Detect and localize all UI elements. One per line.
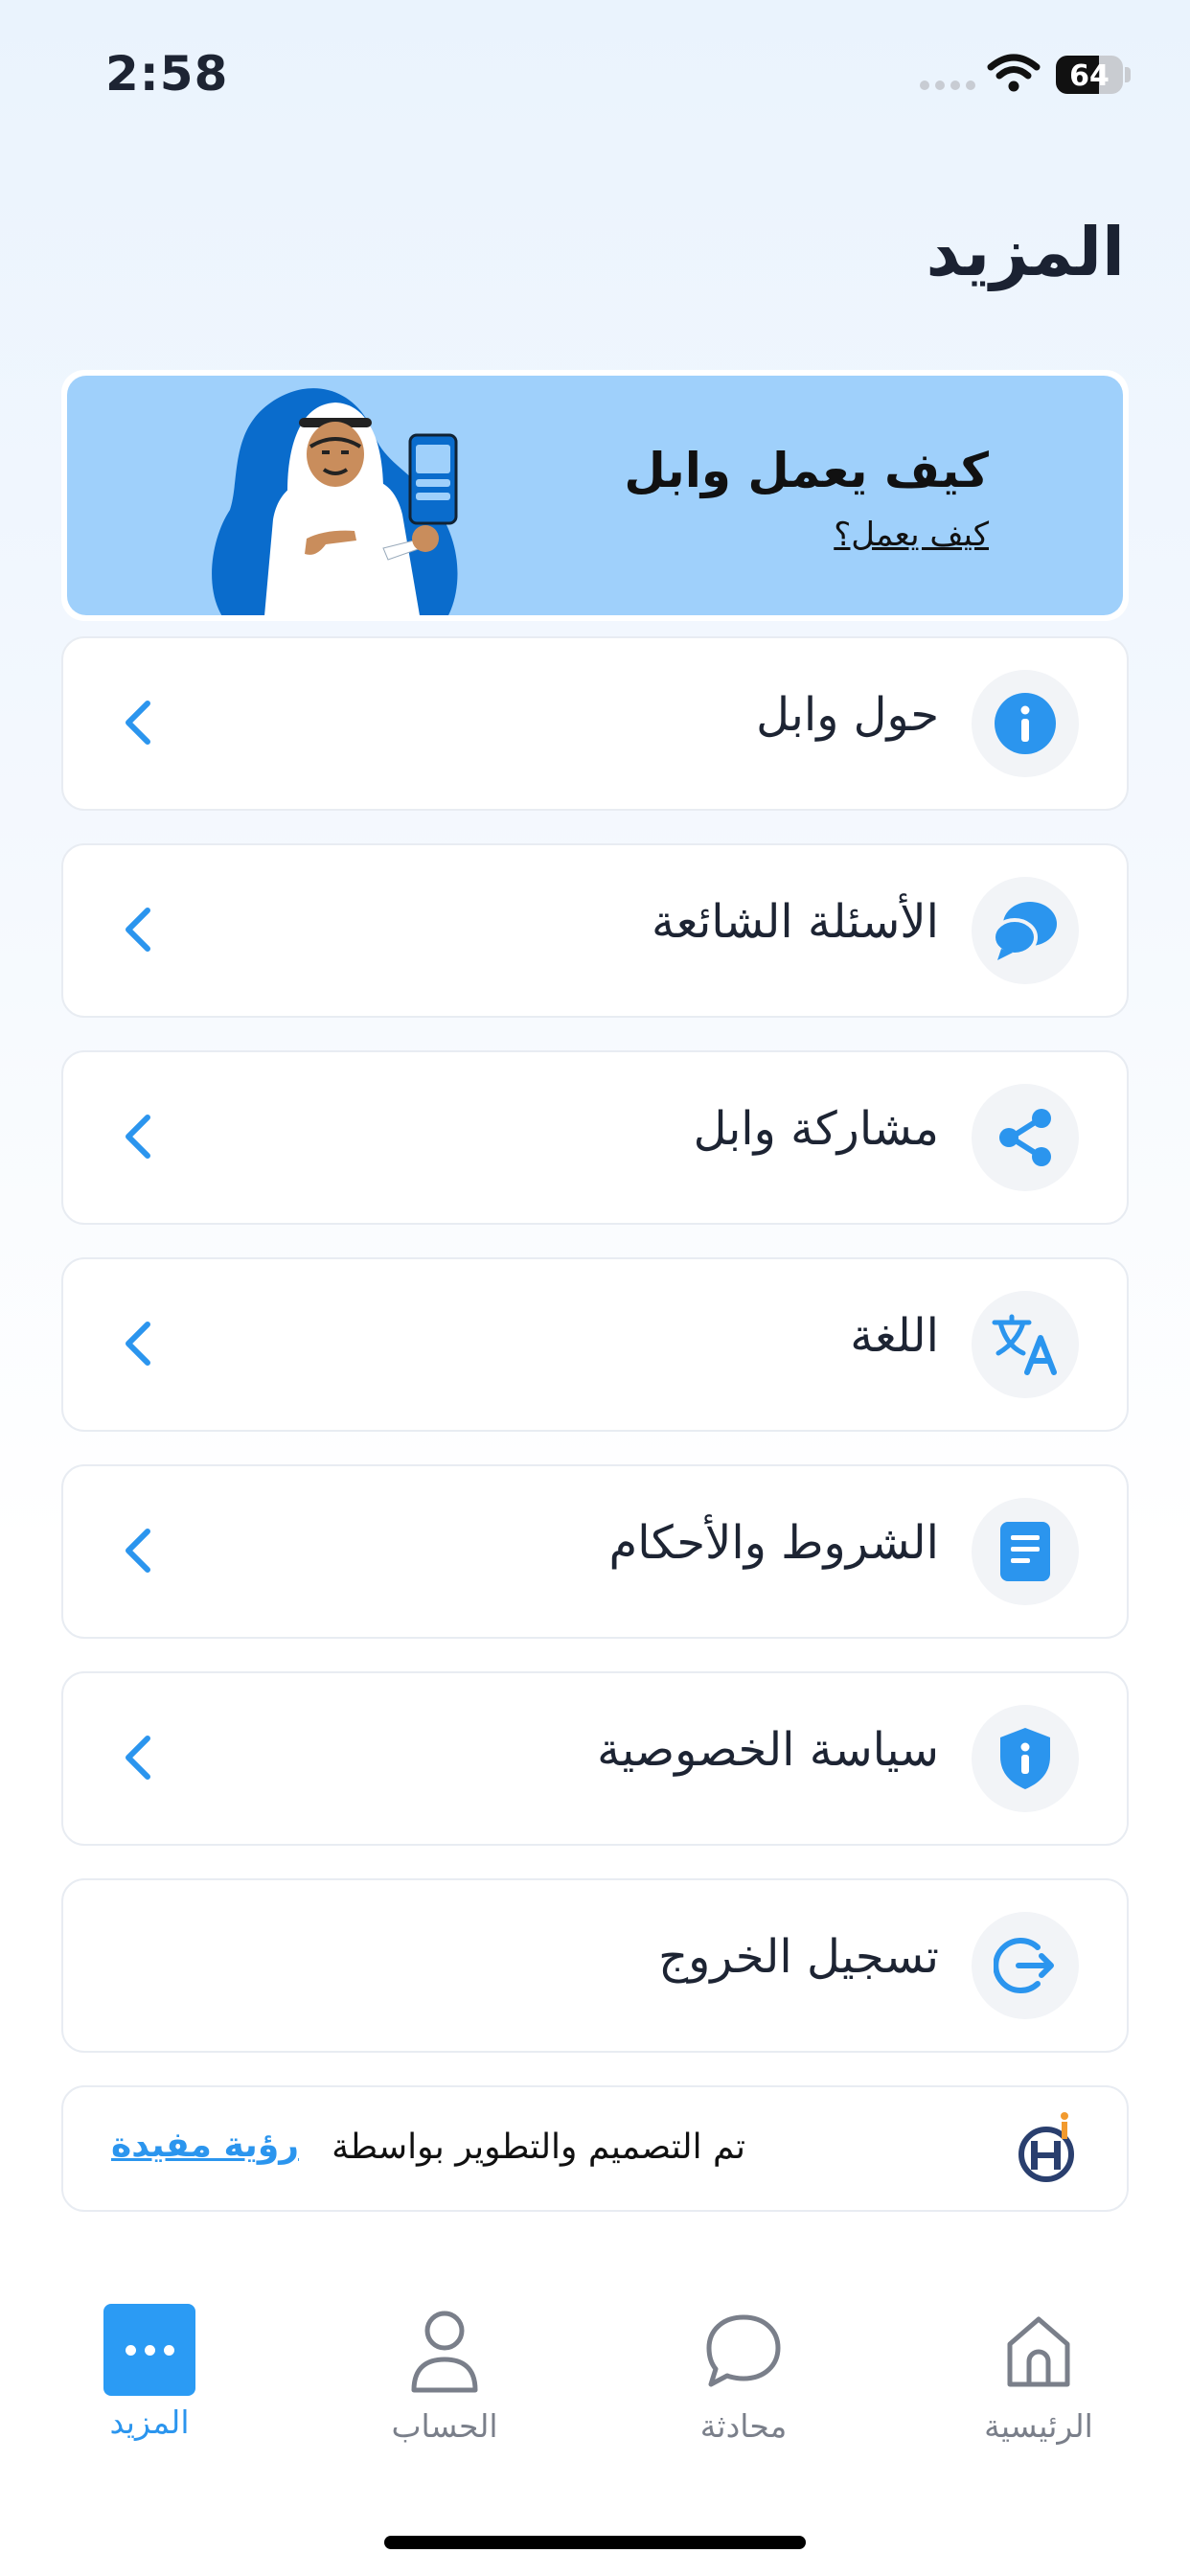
tab-label: محادثة	[699, 2407, 788, 2445]
logout-icon	[994, 1938, 1054, 1993]
chevron-left-icon	[126, 1529, 150, 1573]
menu-item-share[interactable]: مشاركة وابل	[61, 1050, 1129, 1225]
user-icon	[411, 2311, 478, 2393]
shield-icon	[1000, 1728, 1050, 1789]
menu-item-about[interactable]: حول وابل	[61, 636, 1129, 811]
menu-item-faq[interactable]: الأسئلة الشائعة	[61, 843, 1129, 1018]
tab-more[interactable]: المزيد	[54, 2304, 245, 2441]
battery-tip	[1125, 67, 1131, 82]
battery-percentage: 64	[1069, 59, 1110, 93]
menu-item-label: سياسة الخصوصية	[597, 1723, 939, 1777]
company-logo-icon	[1018, 2112, 1074, 2182]
tab-label: الرئيسية	[984, 2407, 1093, 2445]
menu-item-label: الشروط والأحكام	[608, 1516, 939, 1570]
home-icon	[1007, 2316, 1070, 2387]
share-icon	[999, 1109, 1051, 1166]
battery-icon: 64	[1056, 56, 1123, 94]
menu-item-label: الأسئلة الشائعة	[652, 895, 939, 949]
chevron-left-icon	[126, 908, 150, 952]
menu-item-terms[interactable]: الشروط والأحكام	[61, 1464, 1129, 1639]
credit-link[interactable]: رؤية مفيدة	[111, 2126, 299, 2165]
chevron-left-icon	[126, 1115, 150, 1159]
wifi-icon	[987, 54, 1041, 96]
credit-text: تم التصميم والتطوير بواسطة	[332, 2128, 745, 2167]
banner-title: كيف يعمل وابل	[624, 443, 989, 498]
tab-label: المزيد	[109, 2404, 190, 2441]
menu-item-logout[interactable]: تسجيل الخروج	[61, 1878, 1129, 2053]
menu-item-language[interactable]: اللغة	[61, 1257, 1129, 1432]
tab-chat[interactable]: محادثة	[648, 2304, 839, 2445]
chat-icon	[706, 2314, 781, 2387]
chat-bubbles-icon	[992, 902, 1057, 960]
info-icon	[995, 693, 1056, 754]
tab-account[interactable]: الحساب	[349, 2304, 540, 2445]
menu-item-label: مشاركة وابل	[693, 1102, 939, 1156]
menu-item-privacy[interactable]: سياسة الخصوصية	[61, 1671, 1129, 1846]
menu-item-label: تسجيل الخروج	[658, 1930, 939, 1984]
chevron-left-icon	[126, 701, 150, 745]
document-icon	[1000, 1522, 1050, 1581]
credit-card: تم التصميم والتطوير بواسطة رؤية مفيدة	[61, 2085, 1129, 2212]
how-it-works-banner[interactable]: كيف يعمل وابل كيف يعمل؟	[61, 370, 1129, 621]
page-title: المزيد	[926, 213, 1125, 291]
home-indicator	[384, 2536, 806, 2549]
man-with-phone-illustration	[212, 388, 458, 615]
tab-label: الحساب	[391, 2407, 498, 2445]
cellular-signal-icon	[920, 80, 975, 90]
banner-link[interactable]: كيف يعمل؟	[834, 516, 989, 554]
menu-item-label: حول وابل	[756, 688, 939, 742]
status-time: 2:58	[105, 46, 229, 102]
chevron-left-icon	[126, 1736, 150, 1780]
menu-item-label: اللغة	[850, 1309, 939, 1363]
chevron-left-icon	[126, 1322, 150, 1366]
tab-home[interactable]: الرئيسية	[943, 2304, 1134, 2445]
translate-icon	[992, 1314, 1057, 1375]
more-icon	[103, 2304, 195, 2396]
